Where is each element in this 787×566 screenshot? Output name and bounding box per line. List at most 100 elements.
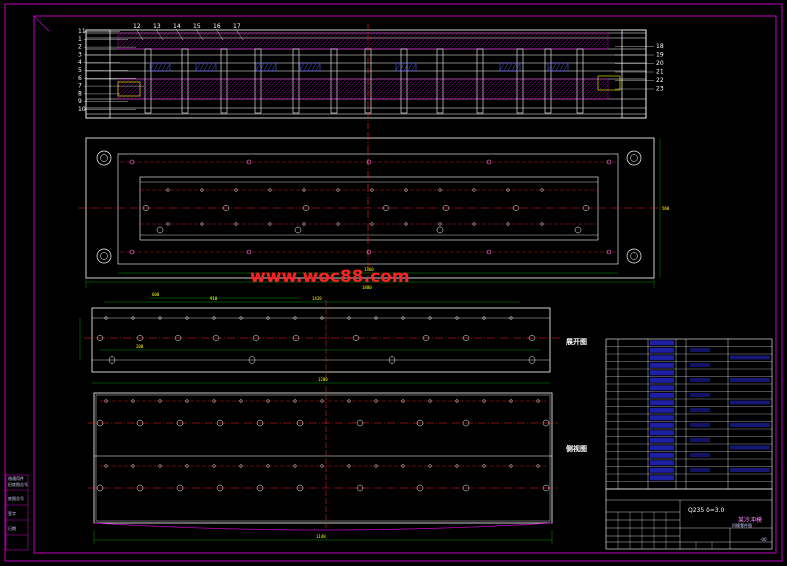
hatch-line: [441, 78, 463, 100]
hatch-line: [233, 32, 251, 50]
hatch-line: [205, 78, 227, 100]
part-number-top: 17: [233, 23, 241, 30]
hatch-line: [141, 32, 159, 50]
pad-hatch: [207, 62, 213, 72]
dim-strip-top-2: 910: [210, 296, 218, 301]
part-number-right: 18: [656, 43, 664, 50]
leader-line: [235, 28, 244, 41]
hatch-line: [597, 38, 609, 50]
bom-name-cell: [650, 430, 674, 436]
hatch-line: [297, 32, 315, 50]
hatch-line: [369, 78, 391, 100]
pad-hatch: [407, 62, 413, 72]
part-number-left: 1: [78, 36, 82, 43]
hatch-line: [241, 78, 263, 100]
hatch-line: [129, 32, 147, 50]
plan-slot: [574, 226, 582, 234]
pad-hatch: [271, 62, 277, 72]
hatch-line: [493, 32, 511, 50]
bom-std-cell: [730, 378, 770, 382]
hatch-line: [273, 32, 291, 50]
hatch-line: [417, 78, 439, 100]
hatch-line: [117, 32, 127, 42]
hatch-line: [365, 78, 387, 100]
view-label-expanded: 展开图: [565, 337, 587, 346]
hatch-line: [501, 78, 523, 100]
hatch-line: [189, 32, 207, 50]
bom-mat-cell: [690, 393, 710, 397]
hatch-line: [389, 32, 407, 50]
hatch-line: [373, 78, 395, 100]
hatch-line: [409, 78, 431, 100]
hatch-line: [205, 32, 223, 50]
hatch-line: [173, 32, 191, 50]
hatch-line: [245, 32, 263, 50]
hatch-line: [469, 32, 487, 50]
title-block: Q235 δ=3.0 某冷冲模 凹模零件图 -00: [605, 488, 773, 550]
watermark-text: www.woc88.com: [250, 267, 410, 287]
hatch-line: [413, 32, 431, 50]
hatch-line: [517, 78, 539, 100]
hatch-line: [221, 78, 243, 100]
hatch-line: [497, 78, 519, 100]
hatch-line: [401, 32, 419, 50]
hatch-line: [245, 78, 267, 100]
hatch-line: [193, 78, 215, 100]
plan-slot: [294, 226, 302, 234]
hatch-line: [477, 32, 495, 50]
hatch-line: [573, 32, 591, 50]
hatch-line: [521, 78, 543, 100]
hatch-line: [325, 32, 343, 50]
hatch-line: [165, 78, 187, 100]
hatch-line: [165, 32, 183, 50]
view-label-side: 侧视图: [566, 444, 587, 453]
hatch-line: [305, 78, 327, 100]
dim-strip-base: 1148: [316, 534, 326, 539]
bom-name-cell: [650, 385, 674, 391]
hatch-line: [461, 32, 479, 50]
hatch-line: [417, 32, 435, 50]
hatch-line: [301, 78, 323, 100]
hatch-line: [301, 32, 319, 50]
hatch-line: [117, 78, 123, 84]
bom-name-cell: [650, 452, 674, 458]
hatch-line: [249, 32, 267, 50]
bom-name-cell: [650, 475, 674, 481]
hatch-line: [297, 78, 319, 100]
pad-hatch: [165, 62, 171, 72]
hatch-line: [157, 32, 175, 50]
hatch-line: [325, 78, 347, 100]
part-number-left: 6: [78, 75, 82, 82]
hatch-line: [229, 78, 251, 100]
pad-hatch: [203, 62, 209, 72]
hatch-line: [361, 32, 379, 50]
title-material: Q235 δ=3.0: [688, 507, 725, 514]
hatch-line: [213, 32, 231, 50]
hatch-line: [125, 32, 143, 50]
hatch-line: [565, 32, 583, 50]
part-number-left: 5: [78, 67, 82, 74]
hatch-line: [381, 78, 403, 100]
hatch-line: [157, 78, 179, 100]
bom-std-cell: [730, 355, 770, 360]
bom-mat-cell: [690, 378, 710, 382]
pad-hatch: [303, 62, 309, 72]
hatch-line: [441, 32, 459, 50]
hatch-line: [485, 32, 503, 50]
hatch-line: [569, 32, 587, 50]
bom-name-cell: [650, 370, 674, 376]
hatch-line: [377, 78, 399, 100]
hatch-line: [161, 78, 183, 100]
pad-hatch: [395, 62, 401, 72]
hatch-line: [393, 78, 415, 100]
hatch-line: [553, 78, 575, 100]
hatch-line: [181, 32, 199, 50]
hatch-line: [249, 78, 271, 100]
pad-hatch: [259, 62, 265, 72]
bom-name-cell: [650, 445, 674, 451]
bom-name-cell: [650, 415, 674, 421]
hatch-line: [337, 78, 359, 100]
pad-hatch: [263, 62, 269, 72]
hatch-line: [457, 78, 479, 100]
hatch-line: [217, 32, 235, 50]
